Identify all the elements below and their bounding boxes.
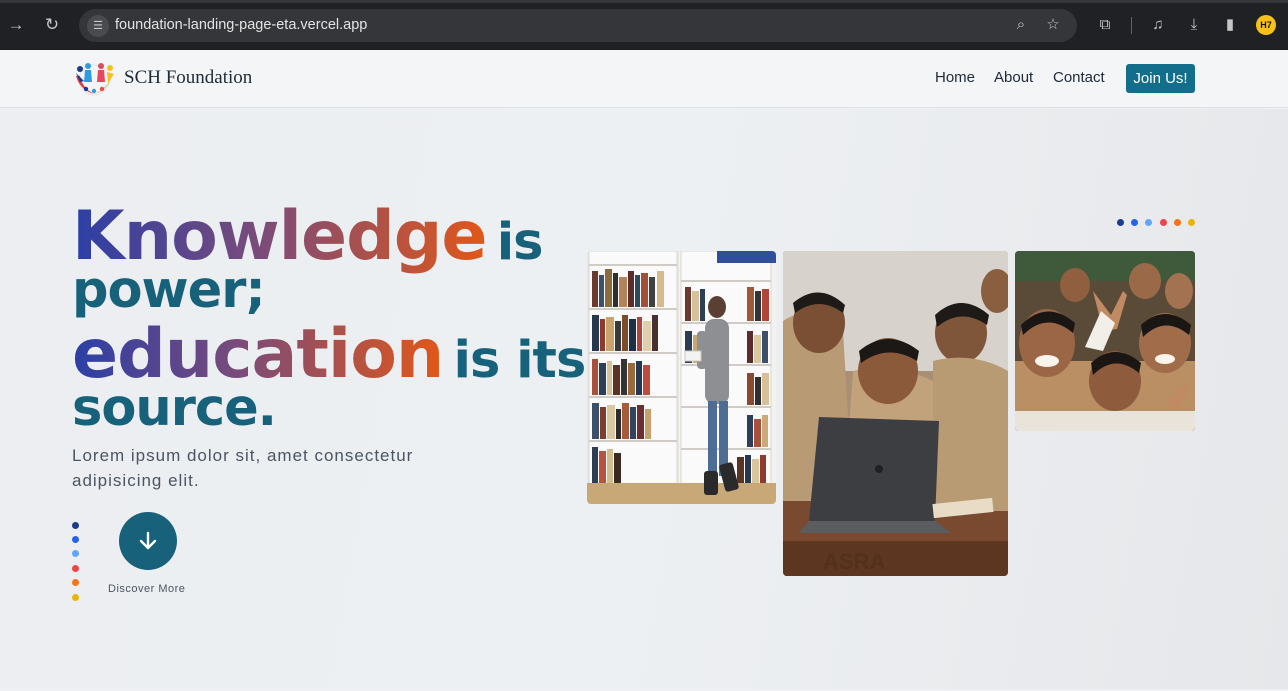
profile-avatar[interactable]: H7 [1256, 15, 1276, 35]
zoom-icon[interactable]: ⌕ [1011, 15, 1031, 35]
media-controls-icon[interactable]: ♫ [1148, 15, 1168, 35]
dot [72, 550, 79, 557]
laptop-photo: ASRA [783, 251, 1008, 576]
dot [1145, 219, 1152, 226]
side-panel-icon[interactable]: ▮ [1220, 15, 1240, 35]
discover-more-button[interactable] [119, 512, 177, 570]
download-icon[interactable]: ⤓ [1184, 15, 1204, 35]
hero-section: Knowledge is power; education is its sou… [0, 109, 1288, 689]
brand-name[interactable]: SCH Foundation [124, 67, 252, 89]
dot [1131, 219, 1138, 226]
headline-text-is: is [496, 213, 544, 272]
forward-icon[interactable]: → [5, 14, 27, 36]
toolbar-separator [1131, 17, 1132, 34]
dot [72, 522, 79, 529]
dot [1174, 219, 1181, 226]
library-photo [587, 251, 776, 504]
site-settings-icon[interactable]: ☰ [87, 15, 109, 37]
kids-photo [1015, 251, 1195, 431]
arrow-down-icon [139, 531, 157, 550]
dot [72, 536, 79, 543]
browser-toolbar: → ↻ ☰ foundation-landing-page-eta.vercel… [0, 0, 1288, 50]
headline-text-is-its: is its [453, 331, 586, 390]
horizontal-dots-decoration [1117, 219, 1197, 226]
join-us-button[interactable]: Join Us! [1126, 64, 1195, 93]
bookmark-star-icon[interactable]: ☆ [1043, 15, 1063, 35]
discover-more-label[interactable]: Discover More [108, 583, 185, 595]
headline-text-source: source. [72, 379, 277, 438]
hero-lead-text: Lorem ipsum dolor sit, amet consectetur … [72, 446, 414, 490]
dot [1117, 219, 1124, 226]
nav-about[interactable]: About [994, 69, 1033, 86]
dot [1160, 219, 1167, 226]
nav-home[interactable]: Home [935, 69, 975, 86]
svg-text:ASRA: ASRA [823, 549, 885, 574]
dot [1188, 219, 1195, 226]
url-text[interactable]: foundation-landing-page-eta.vercel.app [115, 17, 367, 33]
headline-text-power: power; [72, 261, 266, 320]
reload-icon[interactable]: ↻ [41, 14, 63, 36]
tab-strip [0, 0, 1288, 3]
nav-contact[interactable]: Contact [1053, 69, 1105, 86]
dot [72, 565, 79, 572]
dot [72, 579, 79, 586]
address-bar[interactable]: ☰ foundation-landing-page-eta.vercel.app… [79, 9, 1077, 42]
dot [72, 594, 79, 601]
site-header: SCH Foundation Home About Contact Join U… [0, 50, 1288, 108]
vertical-dots-decoration [72, 522, 79, 602]
extensions-icon[interactable]: ⧉ [1095, 15, 1115, 35]
foundation-logo[interactable] [72, 60, 116, 96]
